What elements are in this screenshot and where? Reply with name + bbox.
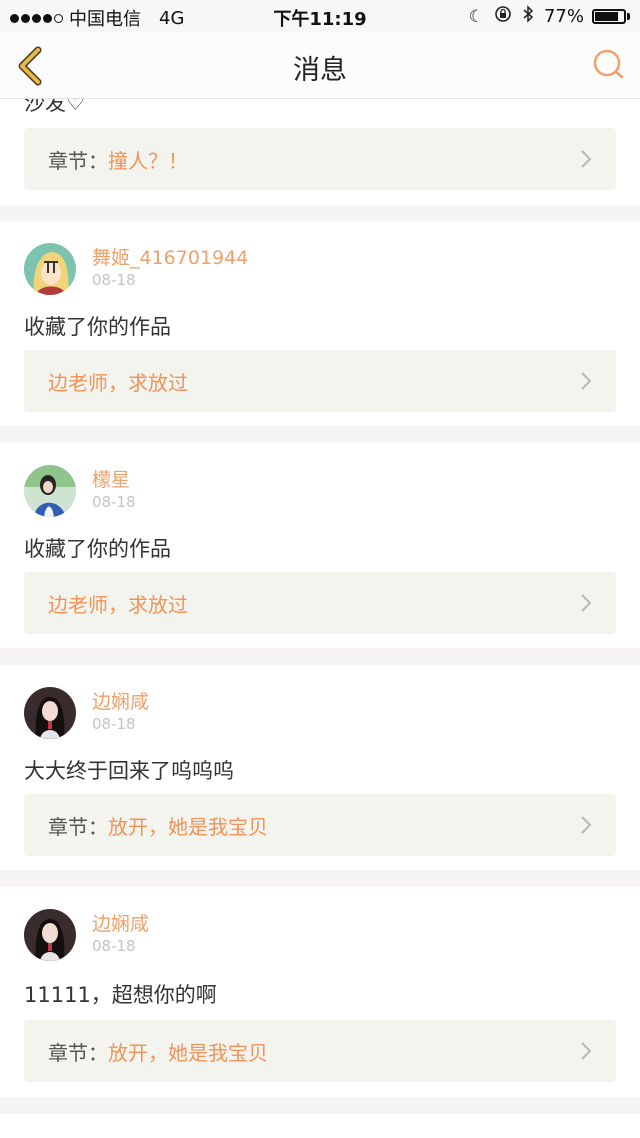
search-button[interactable]	[590, 46, 626, 82]
chapter-prefix: 章节：	[48, 814, 108, 839]
avatar[interactable]	[24, 465, 76, 517]
chapter-link[interactable]: 章节： 撞人？！	[24, 128, 616, 190]
chapter-prefix: 章节：	[48, 1040, 108, 1065]
username[interactable]: 檬星	[92, 469, 136, 491]
message-date: 08-18	[92, 271, 136, 289]
username[interactable]: 舞姬_416701944	[92, 247, 248, 269]
chevron-right-icon	[581, 372, 592, 390]
chapter-title: 放开，她是我宝贝	[108, 814, 268, 839]
work-title: 边老师，求放过	[48, 592, 188, 617]
message-date: 08-18	[92, 937, 136, 955]
rotation-lock-icon	[494, 5, 512, 28]
avatar[interactable]	[24, 687, 76, 739]
comment-text: 收藏了你的作品	[24, 315, 171, 339]
battery-icon	[592, 9, 630, 24]
work-link[interactable]: 边老师，求放过	[24, 350, 616, 412]
chevron-right-icon	[581, 816, 592, 834]
chapter-title: 撞人？！	[108, 148, 188, 173]
chevron-right-icon	[581, 150, 592, 168]
message-card: 舞姬_416701944 08-18 收藏了你的作品 边老师，求放过	[0, 221, 640, 426]
chevron-right-icon	[581, 1042, 592, 1060]
username[interactable]: 边娴咸	[92, 691, 149, 713]
chapter-link[interactable]: 章节： 放开，她是我宝贝	[24, 794, 616, 856]
bluetooth-icon	[522, 5, 534, 28]
status-bar: 中国电信 4G 下午11:19 ☾ 77%	[0, 0, 640, 32]
battery-percent: 77%	[543, 6, 584, 27]
user-info[interactable]: 舞姬_416701944 08-18	[24, 243, 248, 295]
message-card: 沙发♡ 章节： 撞人？！	[0, 99, 640, 205]
user-meta: 边娴咸 08-18	[92, 691, 149, 733]
status-right: ☾ 77%	[459, 5, 630, 28]
chevron-right-icon	[581, 594, 592, 612]
comment-text: 11111，超想你的啊	[24, 983, 217, 1007]
message-card: 边娴咸 08-18 11111，超想你的啊 章节： 放开，她是我宝贝	[0, 887, 640, 1097]
user-meta: 檬星 08-18	[92, 469, 136, 511]
comment-text: 沙发♡	[24, 99, 85, 115]
username[interactable]: 边娴咸	[92, 913, 149, 935]
chapter-title: 放开，她是我宝贝	[108, 1040, 268, 1065]
comment-text: 收藏了你的作品	[24, 537, 171, 561]
page-title: 消息	[293, 55, 347, 86]
message-card: 边娴咸 08-18 大大终于回来了呜呜呜 章节： 放开，她是我宝贝	[0, 665, 640, 870]
avatar[interactable]	[24, 909, 76, 961]
moon-icon: ☾	[468, 6, 484, 27]
user-info[interactable]: 边娴咸 08-18	[24, 687, 149, 739]
message-card	[0, 1114, 640, 1138]
user-meta: 边娴咸 08-18	[92, 913, 149, 955]
nav-bar: 消息	[0, 32, 640, 99]
user-info[interactable]: 边娴咸 08-18	[24, 909, 149, 961]
message-date: 08-18	[92, 493, 136, 511]
search-icon	[593, 49, 624, 79]
user-info[interactable]: 檬星 08-18	[24, 465, 136, 517]
user-meta: 舞姬_416701944 08-18	[92, 247, 248, 289]
avatar[interactable]	[24, 243, 76, 295]
message-date: 08-18	[92, 715, 136, 733]
work-link[interactable]: 边老师，求放过	[24, 572, 616, 634]
comment-text: 大大终于回来了呜呜呜	[24, 759, 234, 783]
chapter-prefix: 章节：	[48, 148, 108, 173]
message-list[interactable]: 沙发♡ 章节： 撞人？！ 舞姬_416701944 08-18 收藏了你的作品 …	[0, 99, 640, 1138]
chapter-link[interactable]: 章节： 放开，她是我宝贝	[24, 1020, 616, 1082]
message-card: 檬星 08-18 收藏了你的作品 边老师，求放过	[0, 443, 640, 648]
work-title: 边老师，求放过	[48, 370, 188, 395]
